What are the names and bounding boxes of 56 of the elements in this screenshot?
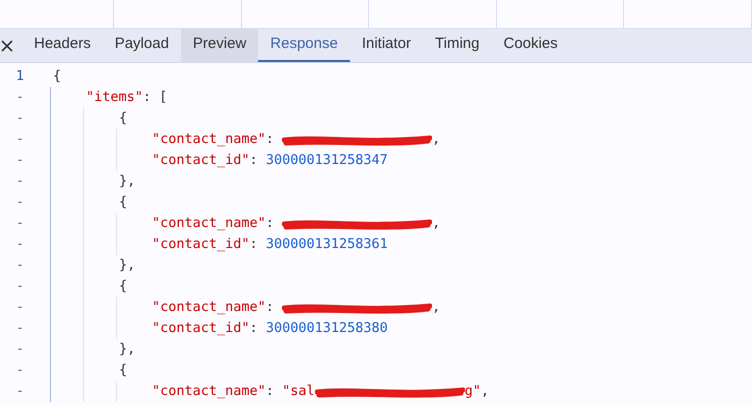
line-number: - xyxy=(16,151,24,170)
json-punctuation: { xyxy=(119,361,128,380)
json-key: "contact_name" xyxy=(152,381,266,402)
line-number: - xyxy=(16,172,24,192)
json-punctuation: : [ xyxy=(142,88,168,108)
line-number: - xyxy=(16,88,24,108)
json-key: "contact_name" xyxy=(152,297,266,318)
line-number: - xyxy=(16,277,24,296)
line-number: - xyxy=(16,235,24,254)
line-number: - xyxy=(16,361,24,380)
json-punctuation: { xyxy=(53,67,62,86)
line-number: - xyxy=(16,193,24,212)
json-punctuation: { xyxy=(119,193,128,212)
json-punctuation: , xyxy=(432,214,440,234)
json-punctuation: : xyxy=(250,235,259,254)
json-punctuation: { xyxy=(119,277,128,296)
line-number: - xyxy=(16,319,24,338)
json-key: "contact_id" xyxy=(152,150,250,171)
json-punctuation: , xyxy=(480,382,489,402)
json-punctuation: , xyxy=(432,130,440,150)
tab[interactable]: Response xyxy=(258,29,350,62)
tab[interactable]: Payload xyxy=(102,29,181,62)
json-punctuation: : xyxy=(250,151,259,170)
line-number: - xyxy=(16,298,24,318)
json-string: g" xyxy=(464,382,481,402)
json-punctuation: : xyxy=(250,319,259,338)
json-number: 300000131258380 xyxy=(266,319,388,338)
json-punctuation: }, xyxy=(119,256,136,276)
json-punctuation: { xyxy=(119,109,128,128)
json-punctuation: : xyxy=(266,214,275,234)
tab[interactable]: Initiator xyxy=(350,29,424,62)
line-number: - xyxy=(16,382,24,402)
json-key: "contact_id" xyxy=(152,234,250,255)
tab[interactable]: Cookies xyxy=(491,29,570,62)
json-punctuation: : xyxy=(266,382,275,402)
json-punctuation: : xyxy=(266,298,275,318)
line-number: - xyxy=(16,109,24,128)
json-number: 300000131258361 xyxy=(266,235,388,254)
json-punctuation: }, xyxy=(119,340,136,360)
json-key: "contact_name" xyxy=(152,213,266,234)
line-number: - xyxy=(16,340,24,360)
line-number: - xyxy=(16,256,24,276)
line-number: - xyxy=(16,214,24,234)
json-punctuation: , xyxy=(432,298,440,318)
json-number: 300000131258347 xyxy=(266,151,388,170)
line-number: - xyxy=(16,130,24,150)
json-key: "items" xyxy=(86,87,143,108)
json-string: "sal xyxy=(282,382,315,402)
json-punctuation: : xyxy=(266,130,275,150)
json-key: "contact_id" xyxy=(152,318,250,339)
tab[interactable]: Headers xyxy=(22,29,103,62)
tab[interactable]: Preview xyxy=(180,29,258,62)
tab[interactable]: Timing xyxy=(423,29,492,62)
json-punctuation: }, xyxy=(119,172,136,192)
json-key: "contact_name" xyxy=(152,129,266,150)
line-number: 1 xyxy=(16,67,24,86)
